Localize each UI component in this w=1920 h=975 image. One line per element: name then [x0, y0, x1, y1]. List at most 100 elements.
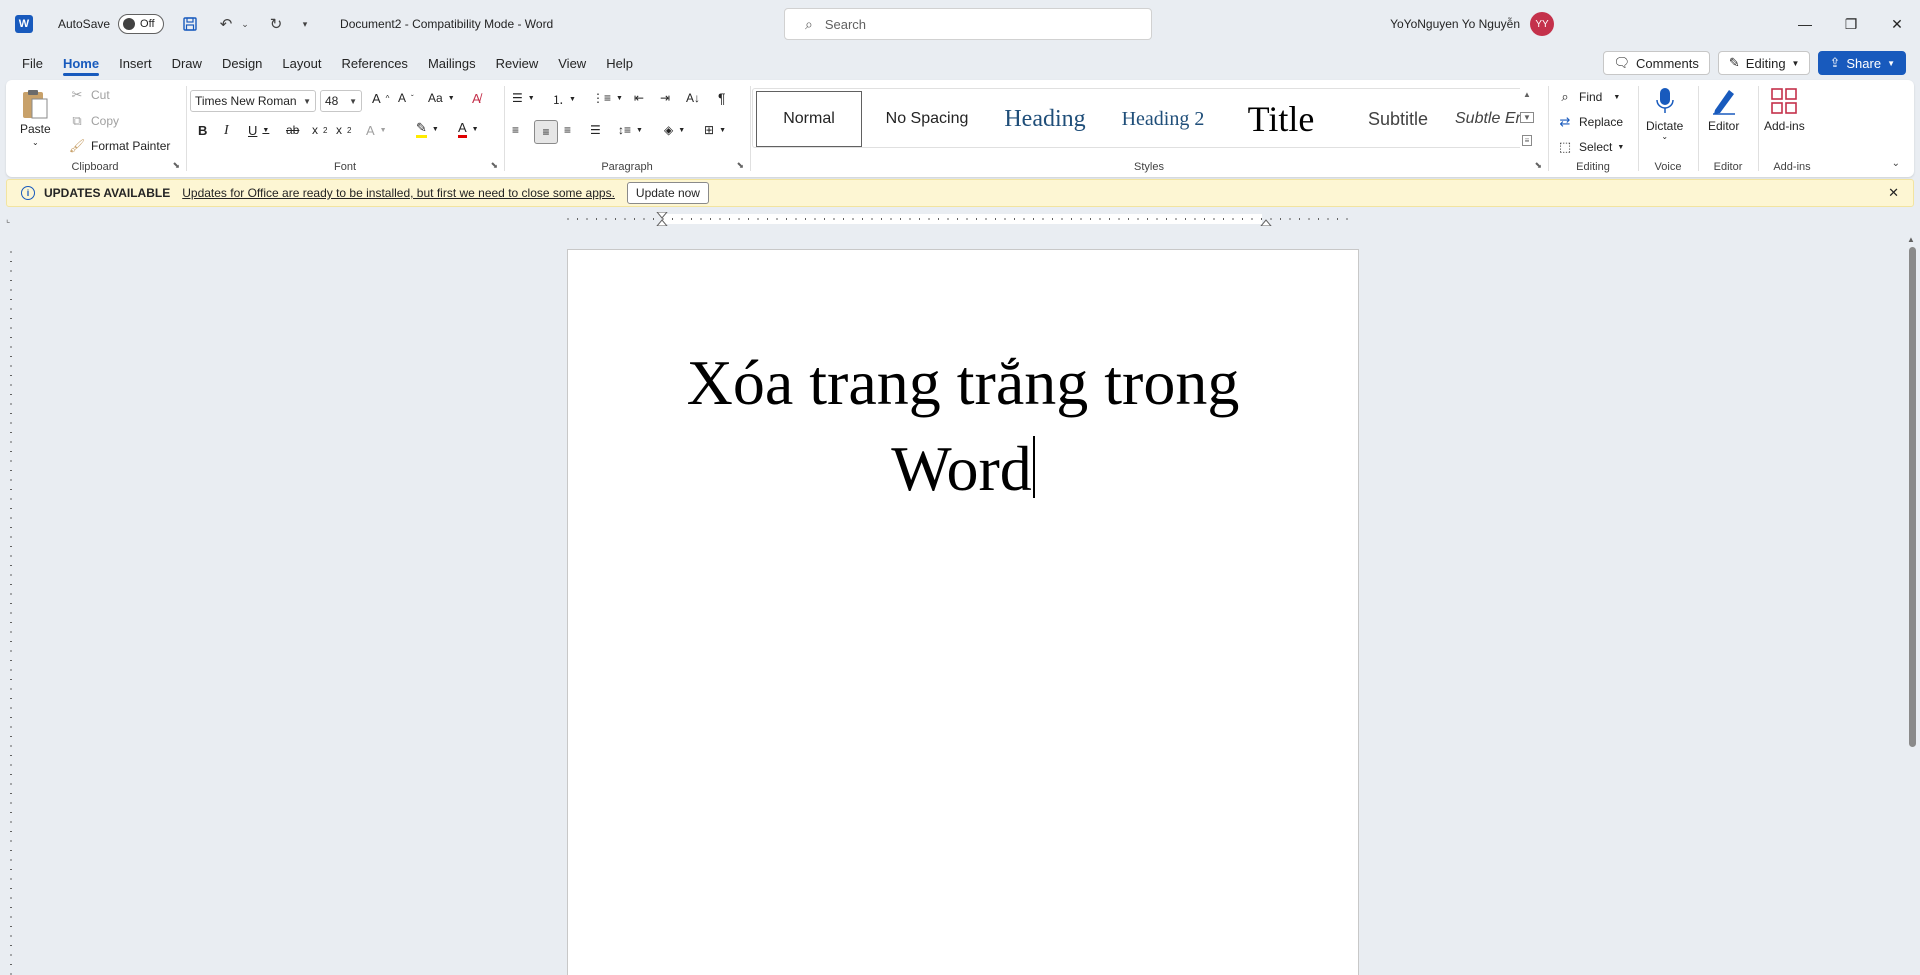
- format-painter-button[interactable]: 🖌 Format Painter: [68, 137, 171, 155]
- tab-review[interactable]: Review: [486, 48, 549, 78]
- chevron-down-icon[interactable]: ▼: [1520, 111, 1534, 123]
- chevron-up-icon[interactable]: ▲: [1523, 90, 1531, 99]
- find-button[interactable]: ⌕ Find ▼: [1556, 88, 1620, 106]
- tab-mailings[interactable]: Mailings: [418, 48, 486, 78]
- document-text-word[interactable]: Word: [891, 433, 1032, 504]
- autosave-label: AutoSave: [58, 17, 111, 31]
- scrollbar-thumb[interactable]: [1909, 247, 1916, 747]
- bold-icon[interactable]: B: [198, 123, 207, 138]
- line-spacing-icon[interactable]: ↕≡ ▼: [618, 123, 643, 137]
- undo-chevron-down-icon[interactable]: ⌄: [240, 14, 250, 34]
- group-divider: [1698, 86, 1699, 171]
- subscript-icon[interactable]: x2: [312, 123, 327, 137]
- vertical-ruler[interactable]: [4, 250, 18, 975]
- style-heading-2[interactable]: Heading 2: [1107, 91, 1219, 147]
- style-heading[interactable]: Heading: [985, 91, 1105, 147]
- redo-icon[interactable]: ↻: [266, 14, 286, 34]
- share-button[interactable]: ⇪ Share ▼: [1818, 51, 1906, 75]
- update-now-button[interactable]: Update now: [626, 182, 709, 204]
- restore-icon[interactable]: ❐: [1828, 0, 1874, 48]
- font-label: Font: [333, 161, 356, 173]
- highlight-icon[interactable]: ✎ ▼: [416, 121, 439, 138]
- paste-button[interactable]: Paste ⌄: [20, 88, 51, 147]
- copy-button[interactable]: ⧉ Copy: [68, 112, 119, 130]
- update-message-link[interactable]: Updates for Office are ready to be insta…: [182, 186, 615, 200]
- style-normal[interactable]: Normal: [756, 91, 862, 147]
- change-case-icon[interactable]: Aa ▼: [428, 91, 455, 105]
- scroll-up-icon[interactable]: ▲: [1907, 235, 1915, 244]
- tab-draw[interactable]: Draw: [162, 48, 212, 78]
- dialog-launcher-icon[interactable]: ⬊: [490, 160, 498, 171]
- align-center-icon[interactable]: ≡: [534, 120, 558, 144]
- borders-icon[interactable]: ⊞ ▼: [704, 123, 726, 137]
- align-right-icon[interactable]: ≡: [564, 123, 571, 137]
- customize-qat-icon[interactable]: ▾: [300, 14, 310, 34]
- group-divider: [186, 86, 187, 171]
- grow-font-icon[interactable]: A ^: [372, 91, 389, 106]
- font-size-dropdown[interactable]: 48 ▼: [320, 90, 362, 112]
- tab-view[interactable]: View: [548, 48, 596, 78]
- style-subtitle[interactable]: Subtitle: [1343, 91, 1453, 147]
- shading-icon[interactable]: ◈ ▼: [664, 123, 685, 137]
- justify-icon[interactable]: ☰: [590, 123, 601, 137]
- font-color-icon[interactable]: A ▼: [458, 121, 479, 138]
- tab-help[interactable]: Help: [596, 48, 643, 78]
- strikethrough-icon[interactable]: ab: [286, 123, 299, 137]
- vertical-scrollbar[interactable]: ▲: [1904, 233, 1920, 975]
- document-body[interactable]: Xóa trang trắng trong Word: [568, 340, 1358, 512]
- avatar[interactable]: YY: [1530, 12, 1554, 36]
- cut-button[interactable]: ✂ Cut: [68, 86, 110, 104]
- decrease-indent-icon[interactable]: ⇤: [634, 91, 644, 105]
- horizontal-ruler[interactable]: [566, 212, 1356, 226]
- editor-button[interactable]: Editor: [1708, 86, 1739, 133]
- close-icon[interactable]: ✕: [1888, 185, 1899, 201]
- increase-indent-icon[interactable]: ⇥: [660, 91, 670, 105]
- dialog-launcher-icon[interactable]: ⬊: [172, 160, 180, 171]
- dialog-launcher-icon[interactable]: ⬊: [1534, 160, 1542, 171]
- minimize-icon[interactable]: —: [1782, 0, 1828, 48]
- tab-layout[interactable]: Layout: [272, 48, 331, 78]
- show-formatting-marks-icon[interactable]: ¶: [718, 90, 726, 106]
- dialog-launcher-icon[interactable]: ⬊: [736, 160, 744, 171]
- superscript-icon[interactable]: x2: [336, 123, 351, 137]
- search-input[interactable]: [824, 16, 1125, 32]
- shrink-font-icon[interactable]: Aˇ: [398, 91, 414, 105]
- style-title[interactable]: Title: [1221, 91, 1341, 147]
- numbering-icon[interactable]: ⒈ ▼: [552, 91, 576, 108]
- tab-references[interactable]: References: [331, 48, 417, 78]
- bullets-icon[interactable]: ☰ ▼: [512, 91, 535, 105]
- select-button[interactable]: ⬚ Select ▼: [1556, 138, 1624, 156]
- font-name-dropdown[interactable]: Times New Roman ▼: [190, 90, 316, 112]
- search-box[interactable]: ⌕: [784, 8, 1152, 40]
- tab-selector-icon[interactable]: ⌞: [6, 214, 10, 225]
- tab-design[interactable]: Design: [212, 48, 272, 78]
- document-text-line-2[interactable]: Word: [658, 426, 1268, 512]
- more-styles-icon[interactable]: ≡: [1521, 135, 1533, 146]
- close-icon[interactable]: ✕: [1874, 0, 1920, 48]
- tab-insert[interactable]: Insert: [109, 48, 162, 78]
- comments-button[interactable]: 🗨 Comments: [1602, 51, 1710, 75]
- tab-file[interactable]: File: [12, 48, 53, 78]
- user-name[interactable]: YoYoNguyen Yo Nguyễn: [1390, 17, 1520, 31]
- addins-button[interactable]: Add-ins: [1764, 86, 1805, 133]
- clear-formatting-icon[interactable]: A̸: [472, 91, 481, 106]
- multilevel-list-icon[interactable]: ⋮≡ ▼: [592, 91, 623, 105]
- italic-icon[interactable]: I: [224, 123, 229, 139]
- style-no-spacing[interactable]: No Spacing: [871, 91, 983, 147]
- editor-label: Editor: [1708, 119, 1740, 133]
- sort-icon[interactable]: A↓: [686, 91, 700, 105]
- document-page[interactable]: Xóa trang trắng trong Word: [567, 249, 1359, 975]
- format-painter-label: Format Painter: [91, 139, 171, 153]
- align-left-icon[interactable]: ≡: [512, 123, 519, 137]
- autosave-toggle[interactable]: Off: [118, 14, 165, 34]
- save-icon[interactable]: [180, 14, 200, 34]
- document-text-line-1[interactable]: Xóa trang trắng trong: [658, 340, 1268, 426]
- collapse-ribbon-icon[interactable]: ⌄: [1892, 158, 1900, 169]
- dictate-button[interactable]: Dictate ⌄: [1646, 86, 1683, 141]
- replace-button[interactable]: ⇄ Replace: [1556, 113, 1623, 131]
- tab-home[interactable]: Home: [53, 48, 109, 78]
- underline-icon[interactable]: U ▼: [248, 123, 269, 138]
- editing-mode-button[interactable]: ✎ Editing ▼: [1717, 51, 1811, 75]
- text-effects-icon[interactable]: A ▼: [366, 123, 387, 138]
- undo-icon[interactable]: ↶: [216, 14, 236, 34]
